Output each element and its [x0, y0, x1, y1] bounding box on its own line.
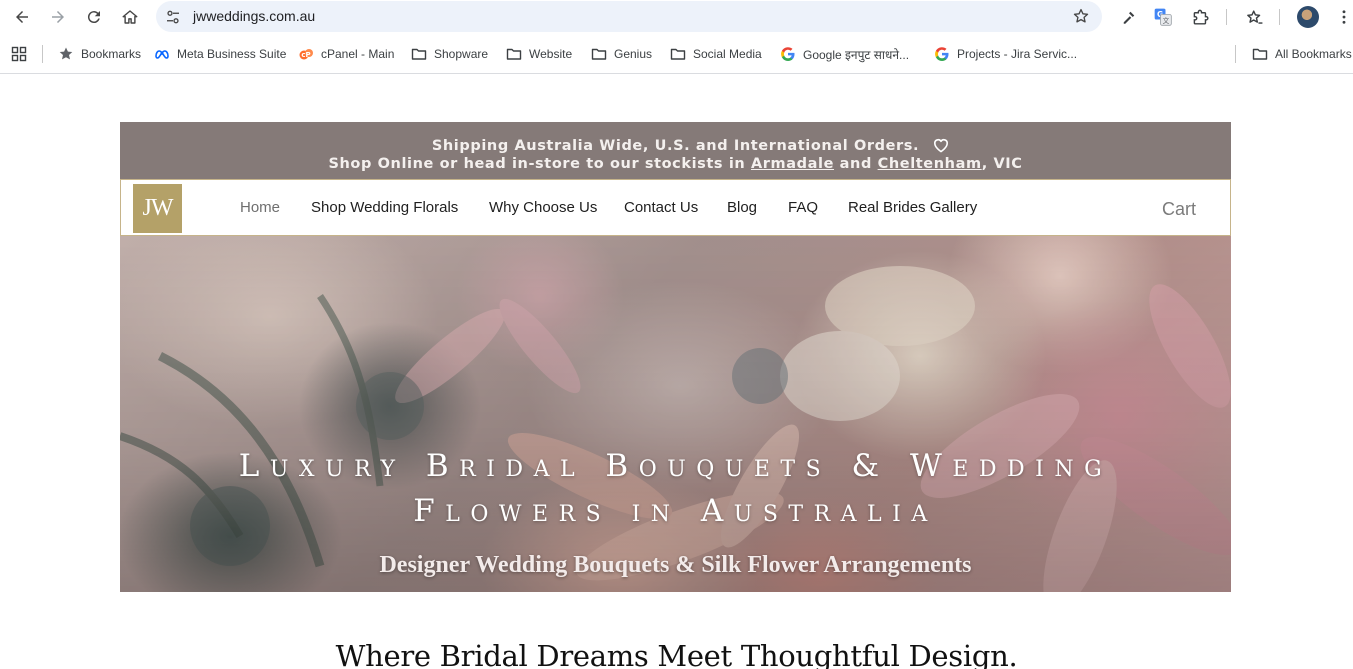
bookmark-cpanel[interactable]: cP cPanel - Main [298, 45, 394, 63]
announcement-shipping: Shipping Australia Wide, U.S. and Intern… [120, 137, 1231, 155]
bookmarks-separator [42, 45, 43, 63]
cpanel-icon: cP [298, 46, 314, 62]
bookmarks-separator [1235, 45, 1236, 63]
section-heading: Where Bridal Dreams Meet Thoughtful Desi… [335, 639, 1018, 669]
announcement-stockists: Shop Online or head in-store to our stoc… [120, 155, 1231, 173]
site-logo[interactable]: JW [133, 184, 182, 233]
hero-title-line1: Luxury Bridal Bouquets & Wedding [238, 448, 1113, 484]
nav-home[interactable]: Home [240, 199, 280, 217]
bookmark-label: Website [529, 47, 573, 61]
hero-overlay [120, 236, 1231, 592]
browser-toolbar: jwweddings.com.au G 文 [0, 0, 1353, 34]
google-icon [780, 46, 796, 62]
toolbar-separator [1279, 9, 1280, 25]
google-icon [934, 46, 950, 62]
bookmark-folder-website[interactable]: Website [506, 45, 572, 63]
star-list-icon [1246, 9, 1262, 24]
nav-faq[interactable]: FAQ [788, 199, 818, 217]
bookmark-meta-business-suite[interactable]: Meta Business Suite [154, 45, 286, 63]
announcement-line1: Shipping Australia Wide, U.S. and Intern… [431, 138, 920, 154]
toolbar-separator [1226, 9, 1227, 25]
hero-title-line2: Flowers in Australia [413, 493, 938, 529]
armadale-link[interactable]: Armadale [751, 156, 834, 172]
reload-button[interactable] [81, 4, 107, 30]
bookmark-google-input-tools[interactable]: Google इनपुट साधने... [780, 45, 909, 63]
more-vert-icon [1342, 10, 1346, 24]
svg-text:cP: cP [301, 51, 310, 59]
address-bar[interactable]: jwweddings.com.au [156, 1, 1102, 32]
announcement-bar: Shipping Australia Wide, U.S. and Intern… [120, 122, 1231, 179]
bookmark-folder-shopware[interactable]: Shopware [411, 45, 488, 63]
bookmark-folder-genius[interactable]: Genius [591, 45, 652, 63]
home-icon [122, 10, 138, 24]
puzzle-icon [1193, 9, 1208, 25]
folder-icon [670, 46, 686, 62]
bookmarks-manager-button[interactable] [1242, 5, 1266, 29]
bookmark-star-icon[interactable] [1072, 7, 1090, 25]
folder-icon [411, 46, 427, 62]
bookmark-label: Genius [614, 47, 653, 61]
reload-icon [87, 11, 100, 24]
bookmark-jira-projects[interactable]: Projects - Jira Servic... [934, 45, 1077, 63]
apps-button[interactable] [11, 45, 34, 63]
eyedropper-extension[interactable] [1117, 5, 1141, 29]
cart-link[interactable]: Cart [1162, 199, 1196, 219]
announcement-suffix: , VIC [981, 156, 1023, 172]
site-settings-icon[interactable] [164, 8, 182, 26]
eyedropper-icon [1123, 11, 1135, 24]
back-button[interactable] [9, 4, 35, 30]
meta-icon [154, 46, 170, 62]
folder-icon [506, 46, 522, 62]
all-bookmarks-button[interactable]: All Bookmarks [1252, 45, 1352, 63]
announcement-prefix: Shop Online or head in-store to our stoc… [328, 156, 751, 172]
nav-why-choose-us[interactable]: Why Choose Us [489, 199, 597, 217]
folder-icon [591, 46, 607, 62]
nav-shop-wedding-florals[interactable]: Shop Wedding Florals [311, 199, 458, 217]
bookmark-folder-social-media[interactable]: Social Media [670, 45, 762, 63]
chrome-menu-button[interactable] [1332, 5, 1353, 29]
folder-icon [1252, 46, 1268, 62]
bookmark-label: Bookmarks [81, 47, 142, 61]
bookmark-label: Shopware [434, 47, 489, 61]
announcement-middle: and [834, 156, 878, 172]
apps-grid-icon [11, 46, 27, 62]
nav-contact-us[interactable]: Contact Us [624, 199, 698, 217]
bookmark-label: Meta Business Suite [177, 47, 287, 61]
svg-text:文: 文 [1163, 16, 1170, 25]
bookmark-label: Social Media [693, 47, 762, 61]
bookmarks-bar: Bookmarks Meta Business Suite cP cPanel … [0, 34, 1353, 74]
bookmark-label: Google इनपुट साधने... [803, 47, 910, 62]
hero-banner: Luxury Bridal Bouquets & Wedding Flowers… [120, 236, 1231, 592]
cheltenham-link[interactable]: Cheltenham [878, 156, 982, 172]
nav-blog[interactable]: Blog [727, 199, 757, 217]
star-icon [58, 46, 74, 62]
bookmark-label: cPanel - Main [321, 47, 395, 61]
extensions-button[interactable] [1189, 5, 1213, 29]
hero-subtitle: Designer Wedding Bouquets & Silk Flower … [379, 552, 972, 578]
bookmark-label: Projects - Jira Servic... [957, 47, 1078, 61]
translate-extension[interactable]: G 文 [1151, 5, 1175, 29]
all-bookmarks-label: All Bookmarks [1275, 47, 1352, 61]
home-button[interactable] [117, 4, 143, 30]
forward-button[interactable] [45, 4, 71, 30]
bookmark-bookmarks[interactable]: Bookmarks [58, 45, 141, 63]
nav-real-brides-gallery[interactable]: Real Brides Gallery [848, 199, 977, 217]
profile-avatar[interactable] [1297, 6, 1319, 28]
arrow-right-icon [52, 11, 64, 23]
url-text[interactable]: jwweddings.com.au [193, 8, 315, 25]
translate-icon: G 文 [1154, 8, 1172, 26]
arrow-left-icon [16, 11, 28, 23]
hero-title: Luxury Bridal Bouquets & Wedding Flowers… [120, 444, 1231, 534]
site-header: JW Home Shop Wedding Florals Why Choose … [120, 179, 1231, 236]
heart-icon [934, 139, 948, 153]
